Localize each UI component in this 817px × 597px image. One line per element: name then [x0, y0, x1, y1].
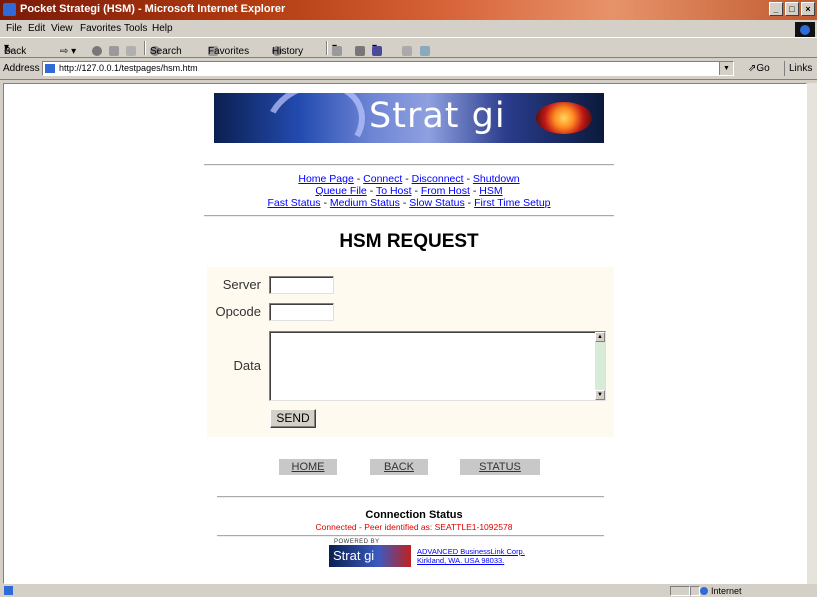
nav-row-2: Queue File - To Host - From Host - HSM: [315, 185, 503, 197]
logo-disc: [536, 102, 592, 134]
data-textarea[interactable]: ▲ ▼: [269, 331, 606, 401]
hsm-link[interactable]: HSM: [479, 185, 502, 197]
discuss-icon: [402, 46, 412, 56]
home-page-link[interactable]: Home Page: [298, 173, 353, 185]
connect-link[interactable]: Connect: [363, 173, 402, 185]
word-edit-icon: [372, 46, 382, 56]
menu-tools[interactable]: Tools: [124, 23, 147, 34]
toolbar-divider: [144, 41, 146, 55]
status-button[interactable]: STATUS: [460, 459, 540, 475]
address-input[interactable]: http://127.0.0.1/testpages/hsm.htm ▼: [42, 61, 734, 76]
fast-status-link[interactable]: Fast Status: [267, 197, 320, 209]
menu-favorites[interactable]: Favorites: [80, 23, 121, 34]
scroll-up-icon[interactable]: ▲: [595, 332, 605, 342]
zone-indicator: Internet: [700, 586, 742, 596]
address-dropdown-icon[interactable]: ▼: [719, 62, 733, 75]
server-field[interactable]: [269, 276, 334, 294]
menu-help[interactable]: Help: [152, 23, 173, 34]
toolbar-divider: [326, 41, 328, 55]
page-scrollbar[interactable]: [807, 83, 817, 584]
refresh-icon: [109, 46, 119, 56]
page-icon: [45, 64, 55, 73]
page-title: HSM REQUEST: [339, 231, 479, 252]
address-label: Address: [3, 63, 40, 74]
address-url: http://127.0.0.1/testpages/hsm.htm: [59, 63, 198, 73]
company-address: Kirkland, WA. USA 98033.: [417, 556, 505, 565]
first-time-setup-link[interactable]: First Time Setup: [474, 197, 550, 209]
mail-button[interactable]: ▾: [332, 42, 342, 56]
standard-toolbar: ⇦ Back ▾ ⇨ ▾ Search Favorites History ▾ …: [0, 37, 817, 58]
menu-edit[interactable]: Edit: [28, 23, 45, 34]
messenger-icon: [420, 46, 430, 56]
connection-status-heading: Connection Status: [365, 509, 463, 521]
from-host-link[interactable]: From Host: [421, 185, 470, 197]
status-bar: Internet: [0, 585, 817, 597]
disconnect-link[interactable]: Disconnect: [412, 173, 464, 185]
server-label: Server: [222, 277, 261, 292]
logo-swirl: [253, 93, 377, 143]
queue-file-link[interactable]: Queue File: [315, 185, 366, 197]
home-button[interactable]: HOME: [279, 459, 337, 475]
forward-arrow-icon: ⇨ ▾: [60, 46, 77, 57]
page-status-icon: [4, 586, 13, 595]
hsm-request-form: Server Opcode Data ▲ ▼ SEND: [207, 267, 614, 437]
home-icon: [126, 46, 136, 56]
page-content: Strat gi Home Page - Connect - Disconnec…: [4, 84, 804, 583]
data-label: Data: [233, 358, 261, 373]
menu-view[interactable]: View: [51, 23, 73, 34]
status-cell: [690, 586, 700, 596]
menu-bar: File Edit View Favorites Tools Help: [0, 20, 817, 37]
address-bar: Address http://127.0.0.1/testpages/hsm.h…: [0, 59, 817, 80]
connection-status-text: Connected - Peer identified as: SEATTLE1…: [315, 522, 513, 532]
browser-viewport: Strat gi Home Page - Connect - Disconnec…: [3, 83, 807, 584]
divider: [204, 215, 614, 217]
opcode-label: Opcode: [215, 304, 261, 319]
maximize-button[interactable]: □: [785, 2, 799, 16]
footer-logo[interactable]: Strat gi: [329, 545, 411, 567]
logo-text: Strat gi: [369, 96, 506, 136]
minimize-button[interactable]: _: [769, 2, 783, 16]
ie-icon: [3, 3, 16, 16]
close-button[interactable]: ×: [801, 2, 815, 16]
medium-status-link[interactable]: Medium Status: [330, 197, 400, 209]
strategi-logo: Strat gi: [214, 93, 604, 143]
divider: [217, 535, 604, 537]
edit-button[interactable]: ▾: [372, 42, 382, 56]
back-button[interactable]: ⇦ Back ▾: [4, 42, 26, 57]
back-page-button[interactable]: BACK: [370, 459, 428, 475]
stop-icon: [92, 46, 102, 56]
links-button[interactable]: Links: [784, 61, 816, 76]
title-bar: Pocket Strategi (HSM) - Microsoft Intern…: [0, 0, 817, 20]
textarea-scrollbar[interactable]: ▲ ▼: [595, 332, 605, 400]
nav-row-1: Home Page - Connect - Disconnect - Shutd…: [298, 173, 520, 185]
nav-row-3: Fast Status - Medium Status - Slow Statu…: [267, 197, 551, 209]
scroll-down-icon[interactable]: ▼: [595, 390, 605, 400]
send-button[interactable]: SEND: [270, 409, 316, 428]
shutdown-link[interactable]: Shutdown: [473, 173, 520, 185]
slow-status-link[interactable]: Slow Status: [409, 197, 464, 209]
divider: [204, 164, 614, 166]
go-button[interactable]: ⇗Go: [748, 63, 770, 74]
company-link[interactable]: ADVANCED BusinessLink Corp. Kirkland, WA…: [417, 547, 525, 565]
window-title: Pocket Strategi (HSM) - Microsoft Intern…: [20, 3, 286, 15]
window-controls: _ □ ×: [769, 2, 815, 16]
divider: [217, 496, 604, 498]
mail-icon: [332, 46, 342, 56]
to-host-link[interactable]: To Host: [376, 185, 412, 197]
internet-globe-icon: [700, 587, 708, 595]
opcode-field[interactable]: [269, 303, 334, 321]
print-icon: [355, 46, 365, 56]
windows-logo-icon: [795, 22, 815, 38]
status-cell: [670, 586, 690, 596]
menu-file[interactable]: File: [6, 23, 22, 34]
company-name: ADVANCED BusinessLink Corp.: [417, 547, 525, 556]
